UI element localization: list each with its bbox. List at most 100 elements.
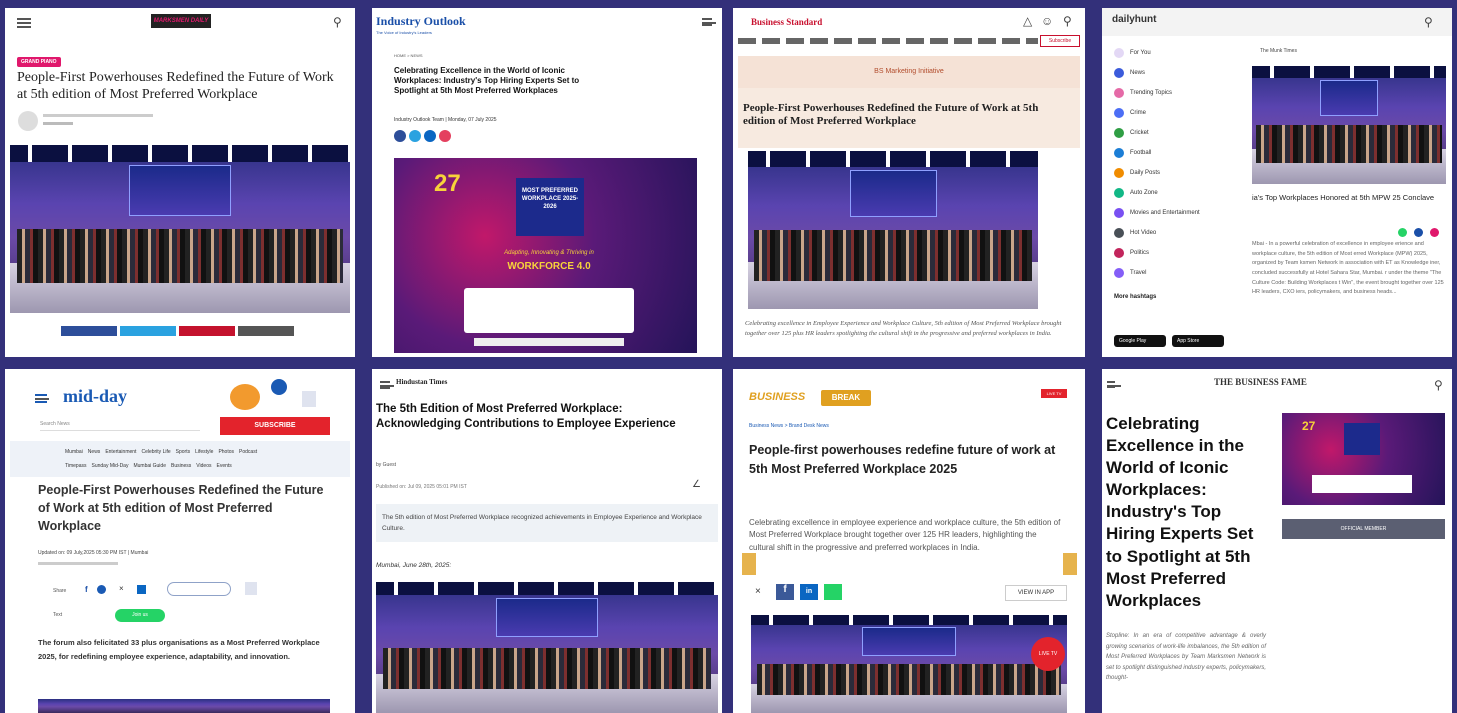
linkedin-icon[interactable]	[424, 130, 436, 142]
side-menu-item[interactable]: For You	[1114, 48, 1151, 58]
site-logo[interactable]: Industry Outlook	[376, 14, 466, 29]
facebook-icon[interactable]: f	[776, 584, 794, 600]
google-play-button[interactable]: Google Play	[1114, 335, 1166, 347]
site-logo[interactable]: Hindustan Times	[396, 378, 447, 386]
side-menu-item[interactable]: News	[1114, 68, 1145, 78]
author-line	[43, 122, 73, 125]
site-logo[interactable]: MARKSMEN DAILY	[151, 14, 211, 28]
sponsor-strip	[464, 288, 634, 333]
side-menu-item[interactable]: Movies and Entertainment	[1114, 208, 1200, 218]
nav-link[interactable]: Sunday Mid-Day	[92, 463, 129, 469]
side-menu-label: News	[1130, 70, 1146, 76]
author[interactable]: by Guest	[376, 462, 396, 468]
nav-link[interactable]: Lifestyle	[195, 449, 213, 455]
event-photo	[1252, 66, 1446, 184]
breadcrumb[interactable]: Business News > Brand Desk News	[749, 423, 829, 429]
logo-badge[interactable]: BREAK	[821, 390, 871, 406]
side-menu-item[interactable]: Travel	[1114, 268, 1146, 278]
nav-link[interactable]: Timepass	[65, 463, 87, 469]
pinterest-share-button[interactable]	[179, 326, 235, 336]
instagram-icon[interactable]	[439, 130, 451, 142]
category-badge[interactable]: GRAND PIANO	[17, 57, 61, 67]
nav-link[interactable]: Podcast	[239, 449, 257, 455]
nav-link[interactable]: Photos	[218, 449, 234, 455]
user-icon[interactable]: ☺	[1041, 14, 1053, 28]
search-icon[interactable]: ⚲	[333, 15, 342, 29]
site-logo[interactable]: Business Standard	[751, 17, 822, 27]
nav-link[interactable]: Entertainment	[105, 449, 136, 455]
nav-link[interactable]: Mumbai Guide	[133, 463, 166, 469]
search-icon[interactable]: ⚲	[1434, 378, 1443, 392]
nav-link[interactable]: News	[88, 449, 101, 455]
menu-icon[interactable]	[1107, 381, 1121, 388]
menu-icon[interactable]	[35, 394, 49, 403]
share-icon[interactable]: △	[1023, 14, 1032, 28]
share-icon[interactable]	[1430, 228, 1439, 237]
x-icon[interactable]: ×	[755, 586, 761, 597]
app-store-button[interactable]: App Store	[1172, 335, 1224, 347]
live-tv-button[interactable]: LIVE TV	[1031, 637, 1065, 671]
site-logo[interactable]: dailyhunt	[1112, 14, 1156, 25]
play-icon[interactable]	[271, 379, 287, 395]
epaper-icon[interactable]	[302, 391, 316, 407]
whatsapp-icon[interactable]	[824, 584, 842, 600]
whatsapp-join-button[interactable]: Join us	[115, 609, 165, 622]
search-input[interactable]: Search News	[40, 417, 200, 431]
menu-icon[interactable]	[17, 18, 31, 28]
nav-link[interactable]: Videos	[196, 463, 211, 469]
side-menu-item[interactable]: Football	[1114, 148, 1151, 158]
menu-icon[interactable]	[380, 381, 394, 389]
side-menu-item[interactable]: Trending Topics	[1114, 88, 1172, 98]
search-icon[interactable]: ⚲	[1424, 15, 1433, 29]
print-icon[interactable]	[245, 582, 257, 595]
linkedin-icon[interactable]	[137, 585, 146, 594]
facebook-share-button[interactable]	[61, 326, 117, 336]
side-menu-item[interactable]: Politics	[1114, 248, 1149, 258]
breadcrumb[interactable]: HOME > NEWS	[394, 53, 423, 58]
prev-arrow[interactable]	[742, 553, 756, 575]
messenger-icon[interactable]	[97, 585, 106, 594]
side-menu-item[interactable]: Hot Video	[1114, 228, 1156, 238]
source-name[interactable]: The Munk Times	[1260, 48, 1297, 54]
nav-link[interactable]: Events	[216, 463, 231, 469]
top-nav[interactable]	[738, 38, 1038, 44]
official-member-banner[interactable]: OFFICIAL MEMBER	[1282, 519, 1445, 539]
site-logo[interactable]: THE BUSINESS FAME	[1214, 377, 1307, 387]
side-menu-item[interactable]: Auto Zone	[1114, 188, 1158, 198]
article-body: Mbai - In a powerful celebration of exce…	[1252, 241, 1444, 296]
promo-badge[interactable]	[230, 384, 260, 410]
menu-icon[interactable]	[702, 18, 716, 26]
subscribe-button[interactable]: Subscribe	[1040, 35, 1080, 47]
site-logo[interactable]: BUSINESS	[749, 391, 805, 403]
nav-link[interactable]: Business	[171, 463, 191, 469]
subscribe-button[interactable]: SUBSCRIBE	[220, 417, 330, 435]
site-logo[interactable]: mid-day	[63, 386, 127, 407]
next-arrow[interactable]	[1063, 553, 1077, 575]
byline-line	[43, 114, 153, 117]
whatsapp-icon[interactable]	[1398, 228, 1407, 237]
facebook-icon[interactable]	[394, 130, 406, 142]
panel-hindustan-times: Hindustan Times The 5th Edition of Most …	[372, 369, 722, 713]
view-in-app-button[interactable]: VIEW IN APP	[1005, 585, 1067, 601]
facebook-icon[interactable]: f	[85, 585, 88, 594]
live-tv-badge[interactable]: LIVE TV	[1041, 389, 1067, 398]
side-menu-item[interactable]: Daily Posts	[1114, 168, 1160, 178]
twitter-icon[interactable]	[409, 130, 421, 142]
search-icon[interactable]: ⚲	[1063, 14, 1072, 28]
more-hashtags[interactable]: More hashtags	[1114, 294, 1156, 300]
side-menu-label: Hot Video	[1130, 230, 1157, 236]
side-menu-item[interactable]: Cricket	[1114, 128, 1149, 138]
side-menu-item[interactable]: Crime	[1114, 108, 1146, 118]
nav-link[interactable]: Celebrity Life	[141, 449, 170, 455]
nav-link[interactable]: Mumbai	[65, 449, 83, 455]
nav-link[interactable]: Sports	[176, 449, 190, 455]
share-icon[interactable]: ∠	[692, 479, 701, 490]
google-button[interactable]	[167, 582, 231, 596]
x-icon[interactable]: ×	[119, 584, 124, 593]
twitter-share-button[interactable]	[120, 326, 176, 336]
poster-date: 27	[434, 170, 461, 197]
email-share-button[interactable]	[238, 326, 294, 336]
category-icon	[1114, 208, 1124, 218]
facebook-icon[interactable]	[1414, 228, 1423, 237]
linkedin-icon[interactable]: in	[800, 584, 818, 600]
